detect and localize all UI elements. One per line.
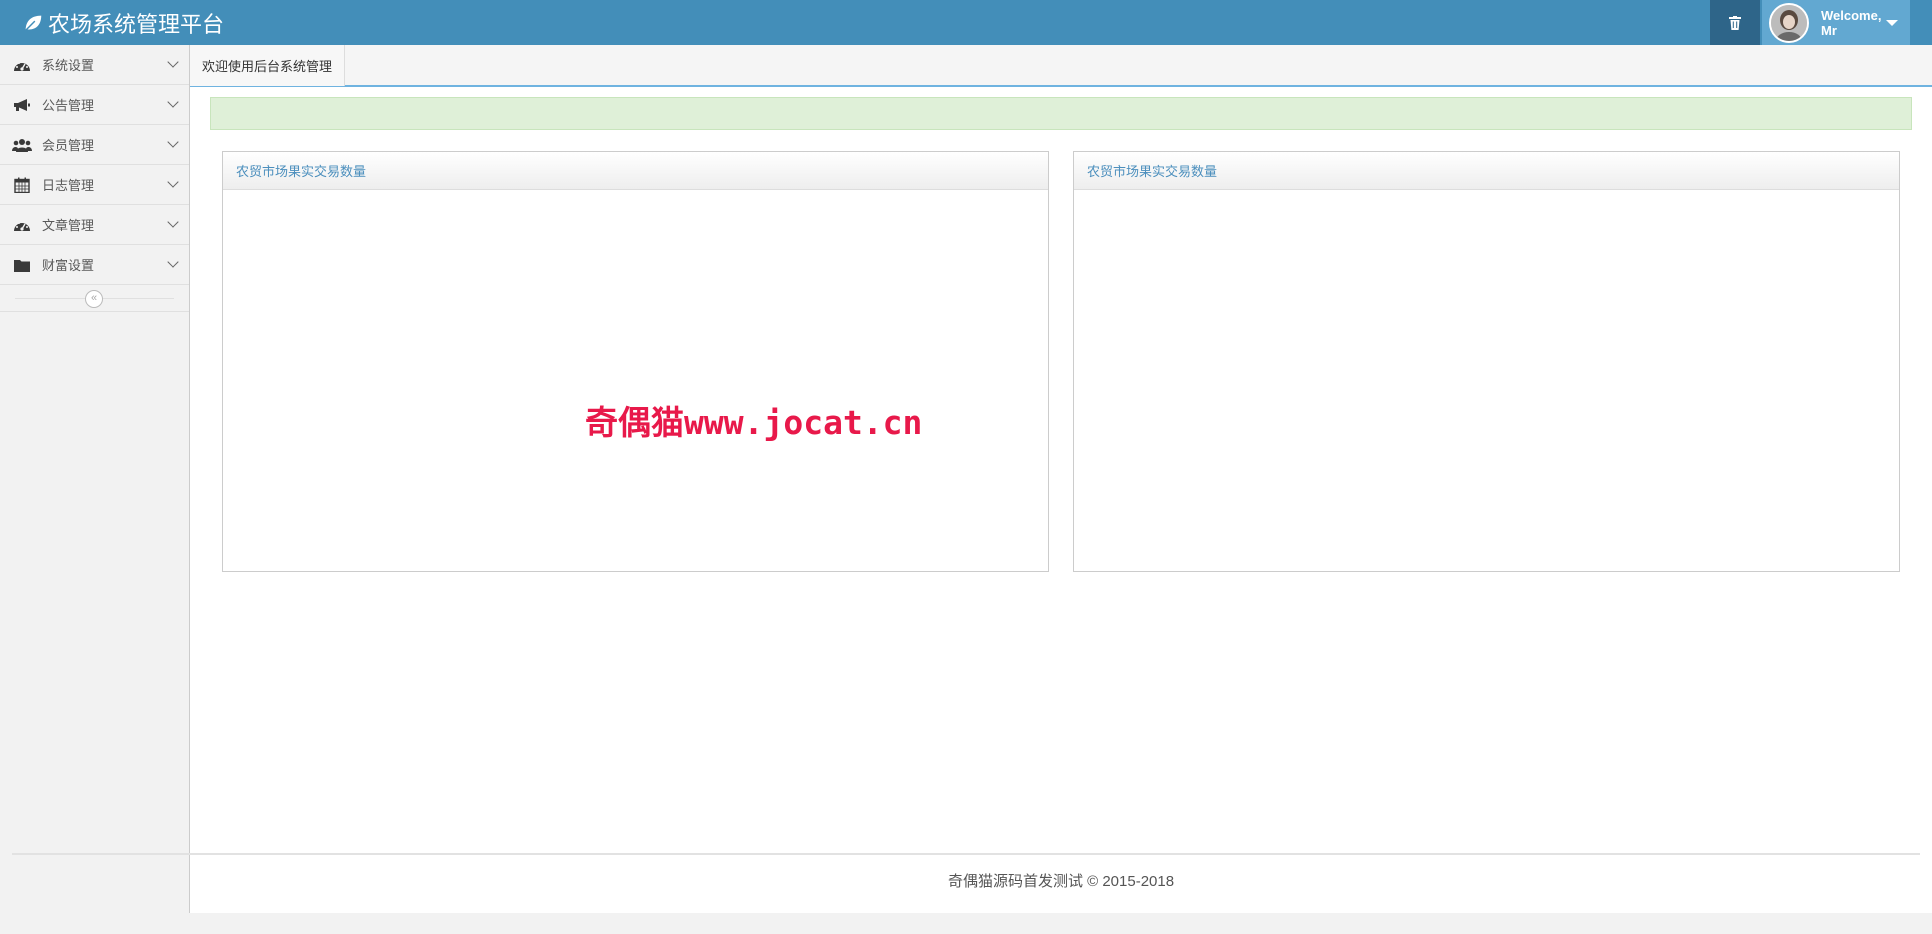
welcome-text: Welcome, bbox=[1821, 7, 1882, 23]
chevron-down-icon bbox=[167, 136, 179, 148]
tab-welcome[interactable]: 欢迎使用后台系统管理 bbox=[190, 45, 346, 86]
folder-icon bbox=[12, 256, 32, 274]
sidebar-item-label: 系统设置 bbox=[42, 58, 95, 73]
calendar-icon bbox=[12, 176, 32, 194]
chevron-down-icon bbox=[167, 256, 179, 268]
chevron-down-icon bbox=[167, 56, 179, 68]
panel-title: 农贸市场果实交易数量 bbox=[1074, 152, 1899, 190]
sidebar-item-system-settings[interactable]: 系统设置 bbox=[0, 45, 189, 85]
main-content: 欢迎使用后台系统管理 农贸市场果实交易数量 农贸市场果实交易数量 bbox=[190, 45, 1932, 913]
dashboard-icon bbox=[12, 56, 32, 74]
sidebar-item-label: 公告管理 bbox=[42, 98, 95, 113]
trash-icon bbox=[1729, 15, 1741, 30]
user-greeting: Welcome, Mr bbox=[1821, 8, 1881, 38]
brand-link[interactable]: 农场系统管理平台 bbox=[22, 0, 224, 45]
chevron-down-icon bbox=[167, 176, 179, 188]
top-navbar: 农场系统管理平台 Welcome, Mr bbox=[0, 0, 1932, 45]
sidebar-item-articles[interactable]: 文章管理 bbox=[0, 205, 189, 245]
sidebar-item-label: 财富设置 bbox=[42, 258, 95, 273]
sidebar-item-label: 会员管理 bbox=[42, 138, 95, 153]
footer: 奇偶猫源码首发测试 © 2015-2018 bbox=[190, 856, 1932, 913]
caret-down-icon bbox=[1886, 20, 1898, 26]
sidebar-item-label: 文章管理 bbox=[42, 218, 95, 233]
tab-bar: 欢迎使用后台系统管理 bbox=[190, 45, 1932, 87]
sidebar-item-label: 日志管理 bbox=[42, 178, 95, 193]
chart-panel-right: 农贸市场果实交易数量 bbox=[1073, 151, 1900, 572]
sidebar-collapse-bar: « bbox=[0, 285, 189, 312]
sidebar-item-wealth-settings[interactable]: 财富设置 bbox=[0, 245, 189, 285]
panel-title: 农贸市场果实交易数量 bbox=[223, 152, 1048, 190]
watermark: 奇偶猫www.jocat.cn bbox=[585, 403, 923, 442]
sidebar-item-logs[interactable]: 日志管理 bbox=[0, 165, 189, 205]
bullhorn-icon bbox=[12, 96, 32, 114]
sidebar: 系统设置 公告管理 会员管理 日志管理 文章管理 财富设置 « bbox=[0, 45, 190, 913]
app-title: 农场系统管理平台 bbox=[48, 11, 225, 37]
chevron-down-icon bbox=[167, 216, 179, 228]
avatar bbox=[1769, 2, 1809, 43]
sidebar-item-announcements[interactable]: 公告管理 bbox=[0, 85, 189, 125]
sidebar-item-members[interactable]: 会员管理 bbox=[0, 125, 189, 165]
footer-divider bbox=[12, 853, 1920, 855]
trash-button[interactable] bbox=[1710, 0, 1760, 45]
user-menu[interactable]: Welcome, Mr bbox=[1762, 0, 1910, 45]
footer-text: 奇偶猫源码首发测试 © 2015-2018 bbox=[947, 873, 1175, 890]
users-icon bbox=[12, 136, 32, 154]
double-chevron-left-icon[interactable]: « bbox=[85, 290, 103, 308]
chart-panel-left: 农贸市场果实交易数量 bbox=[222, 151, 1049, 572]
success-alert bbox=[210, 97, 1912, 130]
chevron-down-icon bbox=[167, 96, 179, 108]
leaf-icon bbox=[24, 15, 42, 32]
dashboard-icon bbox=[12, 216, 32, 234]
user-name: Mr bbox=[1821, 22, 1837, 38]
